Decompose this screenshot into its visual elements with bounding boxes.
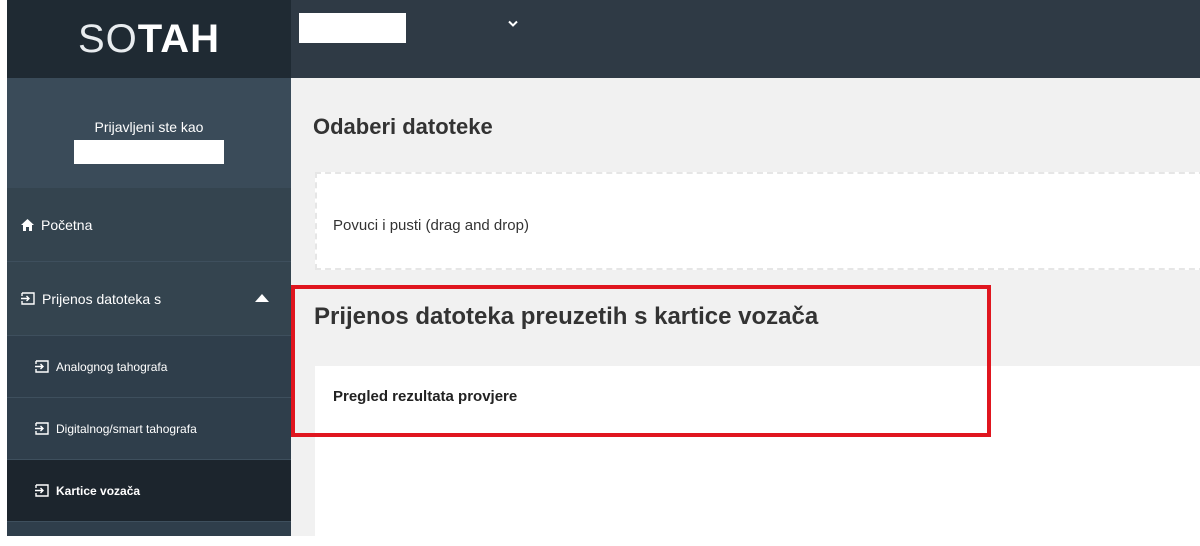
sidebar-item-label: Početna <box>41 216 93 233</box>
page-title-select-files: Odaberi datoteke <box>313 114 493 139</box>
sidebar-item-home[interactable]: Početna <box>7 188 291 262</box>
sidebar-subitem-digitalnog[interactable]: Digitalnog/smart tahografa <box>7 398 291 460</box>
sidebar-item-prijenos[interactable]: Prijenos datoteka s <box>7 262 291 336</box>
sign-in-icon <box>21 292 35 305</box>
sidebar-subitem-kartice-active[interactable]: Kartice vozača <box>7 460 291 522</box>
sidebar-item-label: Prijenos datoteka s <box>42 290 162 307</box>
sign-in-icon <box>35 360 49 373</box>
sign-in-icon <box>35 484 49 497</box>
sidebar-item-label: Digitalnog/smart tahografa <box>56 421 197 436</box>
logo-bold-part: TAH <box>137 16 221 61</box>
file-dropzone[interactable]: Povuci i pusti (drag and drop) <box>315 172 1200 270</box>
sign-in-icon <box>35 422 49 435</box>
dropzone-text: Povuci i pusti (drag and drop) <box>333 217 529 234</box>
sidebar: SOTAH Prijavljeni ste kao Početna Prijen… <box>7 0 291 536</box>
company-select[interactable] <box>299 13 406 43</box>
logo-light-part: SO <box>77 16 138 61</box>
home-icon <box>21 218 34 231</box>
logged-in-label: Prijavljeni ste kao <box>94 119 204 135</box>
sidebar-subitem-analognog[interactable]: Analognog tahografa <box>7 336 291 398</box>
user-name <box>74 140 224 164</box>
caret-up-icon[interactable] <box>255 294 269 302</box>
app-logo[interactable]: SOTAH <box>7 0 291 78</box>
top-bar <box>291 0 1200 78</box>
sidebar-next-item <box>7 522 291 536</box>
logo-text: SOTAH <box>78 17 220 62</box>
sidebar-item-label: Analognog tahografa <box>56 359 168 374</box>
left-edge-strip <box>0 0 7 536</box>
highlight-box <box>291 285 991 437</box>
sidebar-item-label: Kartice vozača <box>56 483 141 498</box>
user-info: Prijavljeni ste kao <box>7 78 291 188</box>
chevron-down-icon[interactable] <box>507 16 519 34</box>
